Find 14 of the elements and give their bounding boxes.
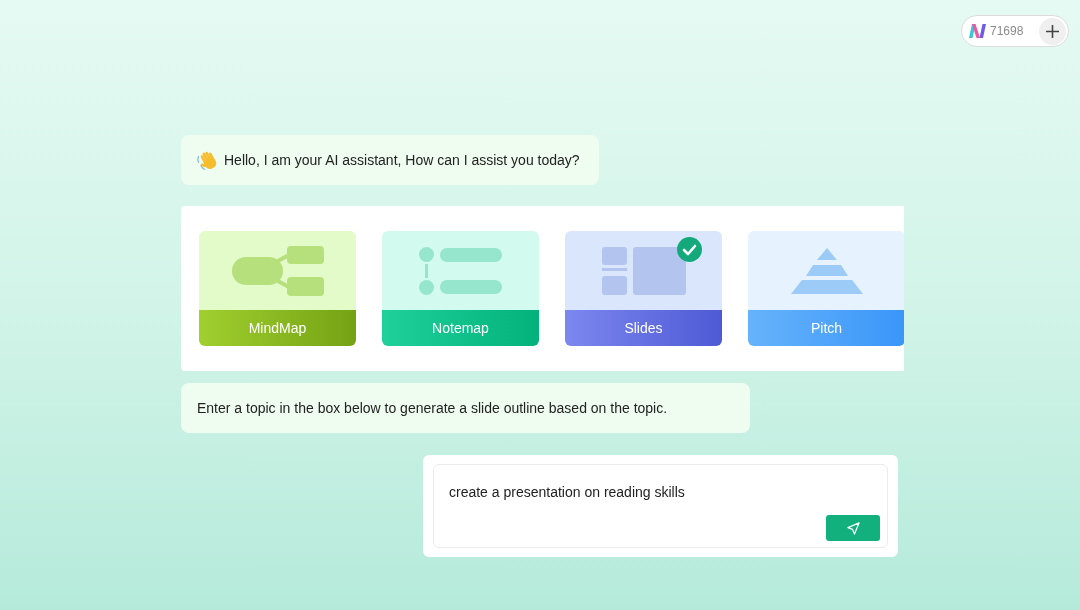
check-icon [677,237,702,262]
slide-layout-icon [601,246,686,295]
instruction-message: Enter a topic in the box below to generate a slide outline based on the topic. [197,400,668,416]
credit-count: 71698 [990,24,1025,38]
mind-map-icon [231,245,324,296]
add-button[interactable] [1039,17,1066,45]
greeting-message: Hello, I am your AI assistant, How can I assist you today? [224,152,580,168]
logo-icon [969,24,986,38]
plus-icon [1046,24,1059,38]
list-icon [419,246,502,295]
send-icon [846,521,860,535]
waving-hand-icon [197,149,218,171]
pyramid-icon [790,247,863,294]
prompt-field[interactable]: create a presentation on reading skills [433,464,888,548]
